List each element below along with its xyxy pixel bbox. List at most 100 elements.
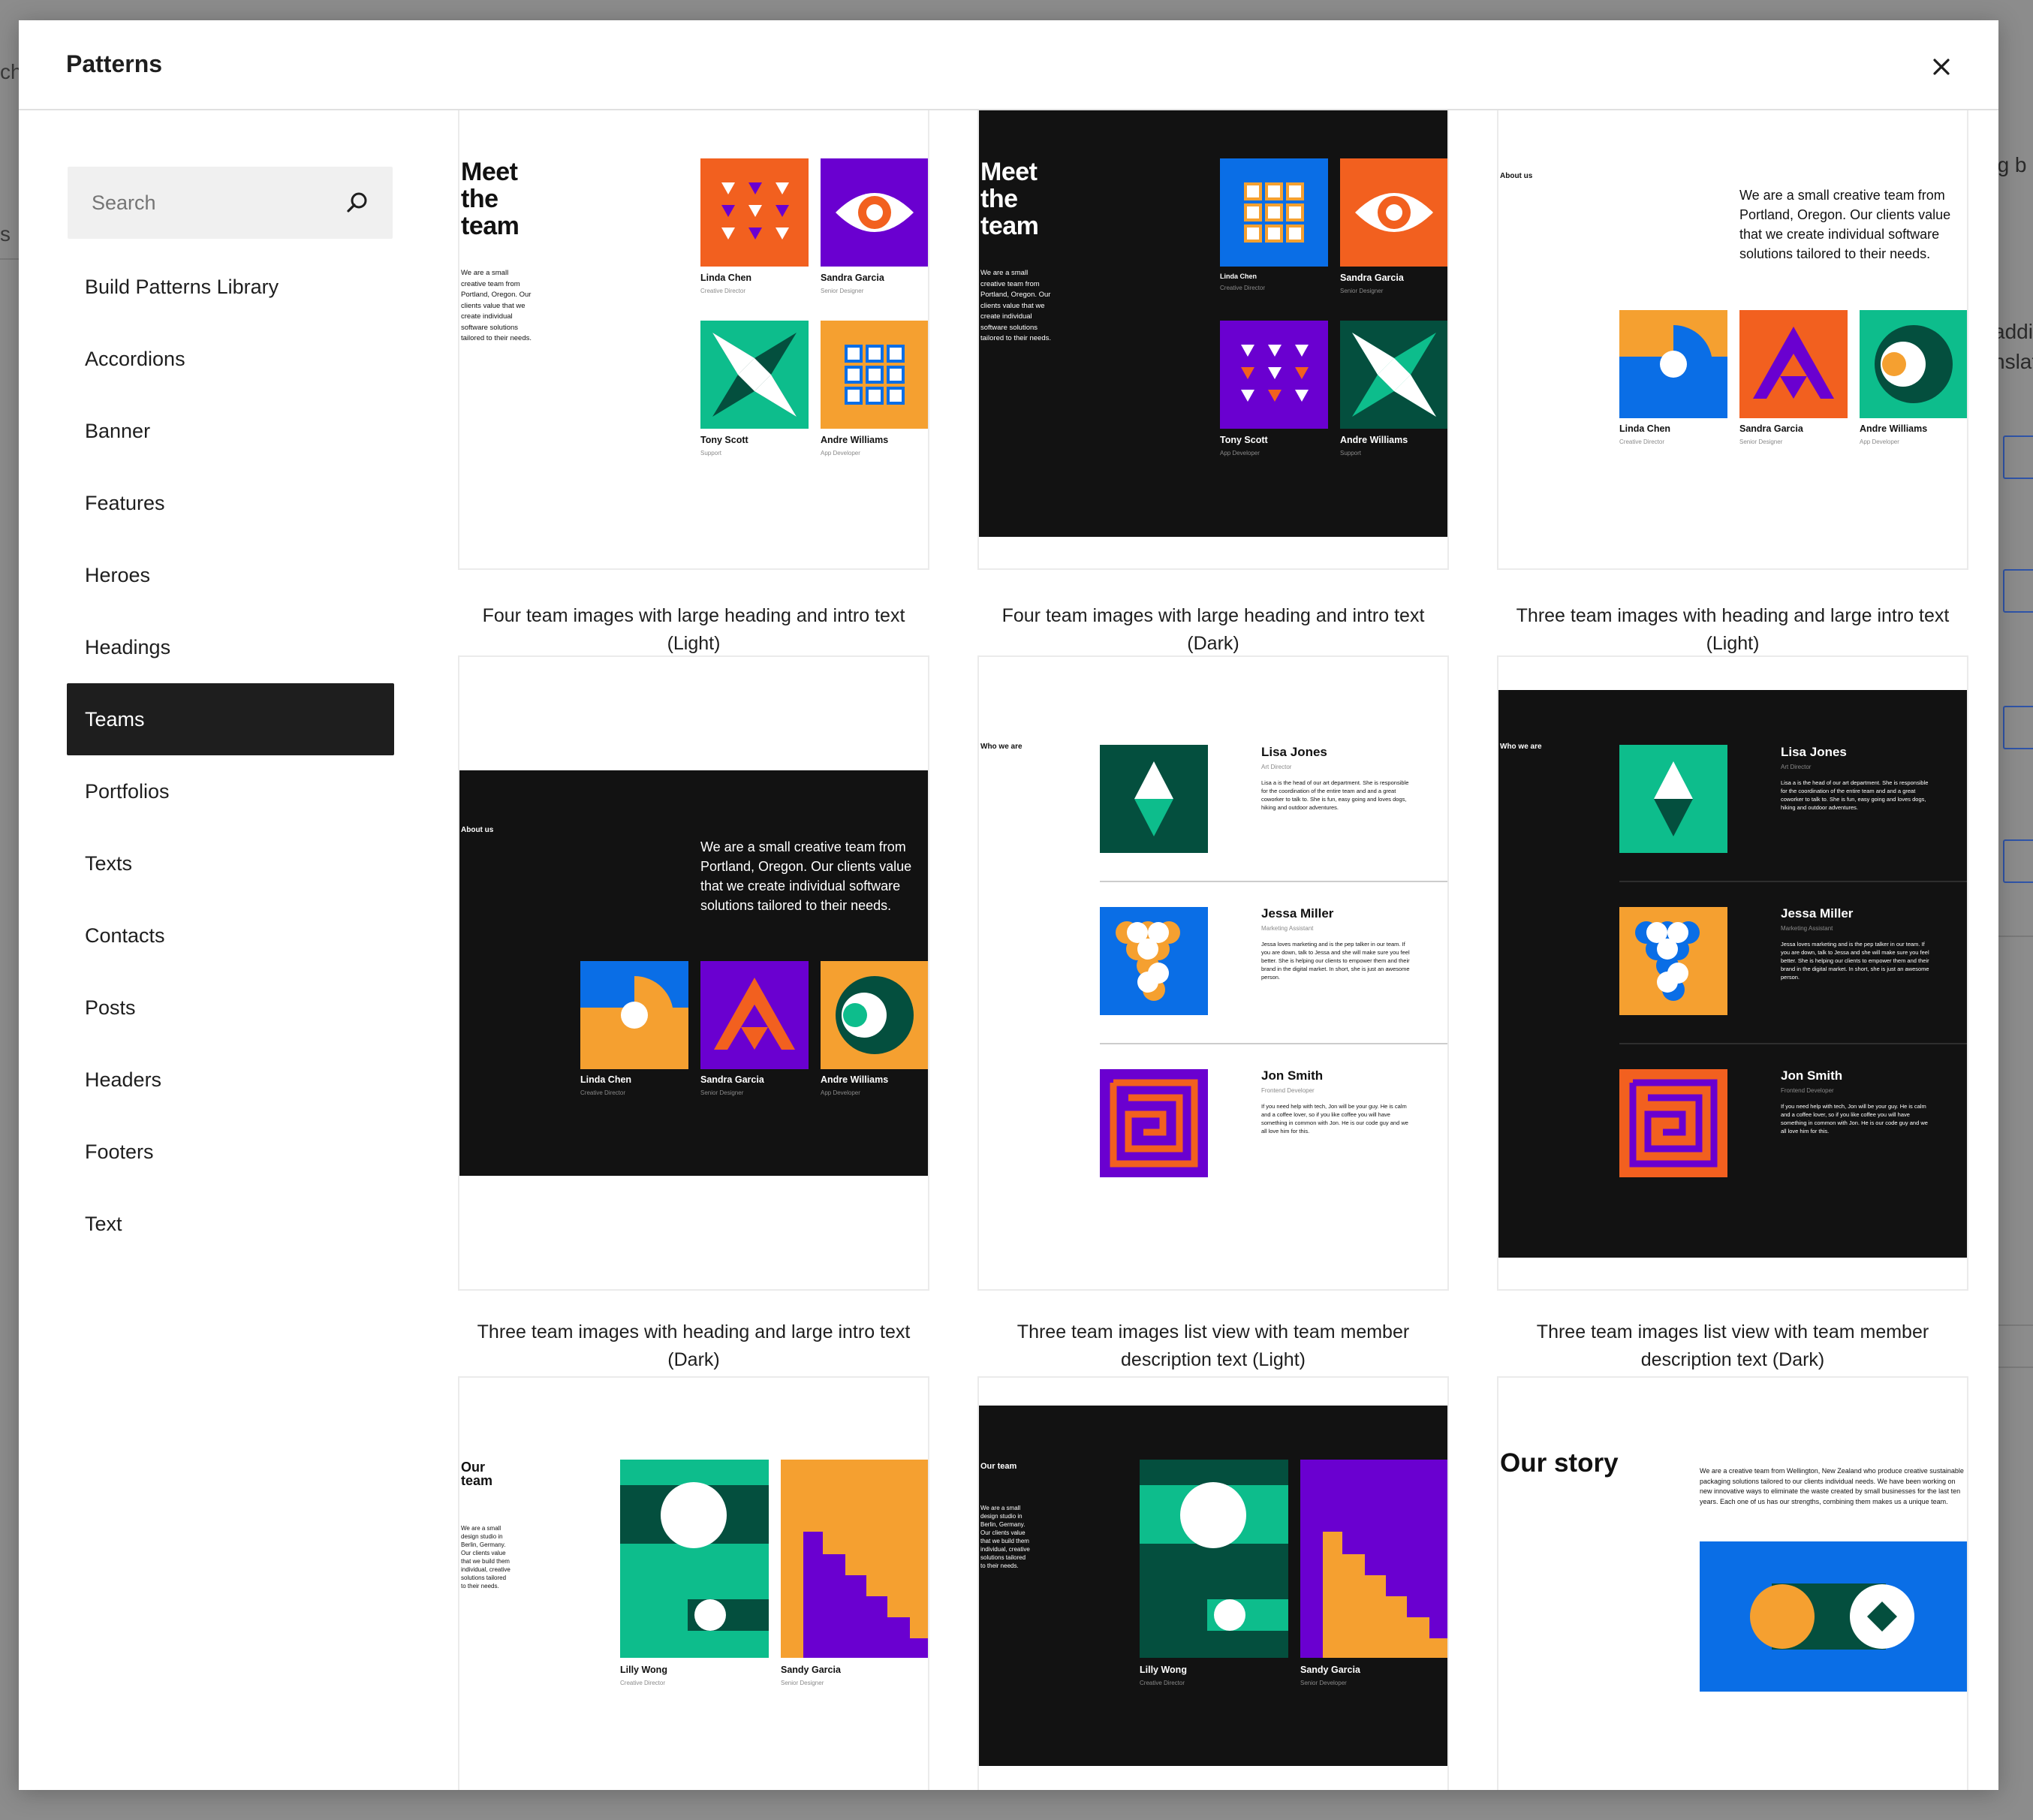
team-image-moon xyxy=(1860,310,1967,418)
member-name: Sandra Garcia xyxy=(1739,423,1803,434)
member-name: Andre Williams xyxy=(1860,423,1928,434)
team-image-circles xyxy=(1140,1460,1288,1658)
category-footers[interactable]: Footers xyxy=(67,1116,394,1188)
background-button xyxy=(2003,706,2033,749)
pattern-preview[interactable]: Who we are Lisa Jones Art Director Lisa … xyxy=(977,655,1449,1291)
category-build-patterns-library[interactable]: Build Patterns Library xyxy=(67,251,394,323)
member-role: Creative Director xyxy=(620,1680,666,1686)
team-image-stairs xyxy=(781,1460,928,1658)
category-accordions[interactable]: Accordions xyxy=(67,323,394,395)
pattern-title: Three team images list view with team me… xyxy=(1536,1321,1929,1370)
search-icon[interactable] xyxy=(345,190,370,215)
pattern-grid: Meet the team We are a small creative te… xyxy=(424,110,1998,1790)
member-name: Sandra Garcia xyxy=(821,273,884,283)
pattern-title: Four team images with large heading and … xyxy=(482,605,905,654)
category-contacts[interactable]: Contacts xyxy=(67,899,394,972)
background-divider xyxy=(1998,936,2033,937)
background-divider xyxy=(1998,1324,2033,1326)
pattern-preview[interactable]: Our team We are a small design studio in… xyxy=(458,1376,929,1790)
pattern-preview[interactable]: Meet the team We are a small creative te… xyxy=(458,110,929,570)
team-image-balls xyxy=(1619,907,1727,1015)
member-name: Tony Scott xyxy=(1220,435,1268,445)
member-name: Sandra Garcia xyxy=(1340,273,1404,283)
background-text-fragment: nslat xyxy=(1993,350,2033,373)
member-role: Creative Director xyxy=(580,1089,626,1096)
member-name: Andre Williams xyxy=(1340,435,1408,445)
member-bio: Lisa a is the head of our art department… xyxy=(1781,779,1929,811)
member-role: App Developer xyxy=(821,450,860,457)
member-role: Senior Developer xyxy=(1300,1680,1347,1686)
pattern-preview[interactable]: Our story We are a creative team from We… xyxy=(1497,1376,1968,1790)
team-image-eye xyxy=(821,158,928,267)
pattern-preview[interactable]: Meet the team We are a small creative te… xyxy=(977,110,1449,570)
team-image-diamond xyxy=(1100,745,1208,853)
pattern-preview[interactable]: About us We are a small creative team fr… xyxy=(458,655,929,1291)
member-name: Lisa Jones xyxy=(1781,745,1847,759)
member-role: Senior Designer xyxy=(781,1680,824,1686)
background-button xyxy=(2003,839,2033,883)
category-texts[interactable]: Texts xyxy=(67,827,394,899)
member-bio: If you need help with tech, Jon will be … xyxy=(1261,1103,1408,1134)
preview-intro: We are a creative team from Wellington, … xyxy=(1700,1467,1964,1505)
preview-heading: Meet the team xyxy=(980,158,1039,240)
member-name: Sandy Garcia xyxy=(1300,1665,1360,1675)
preview-intro: We are a small creative team from Portla… xyxy=(980,269,1052,342)
member-role: Senior Designer xyxy=(1340,288,1384,294)
category-features[interactable]: Features xyxy=(67,467,394,539)
team-image-pyramid xyxy=(1739,310,1848,418)
pattern-preview[interactable]: Our team We are a small design studio in… xyxy=(977,1376,1449,1790)
team-image-eye xyxy=(1340,158,1447,267)
team-image-maze xyxy=(1100,1069,1208,1177)
preview-intro: We are a small creative team from Portla… xyxy=(461,269,532,342)
member-bio: Lisa a is the head of our art department… xyxy=(1261,779,1409,811)
member-name: Tony Scott xyxy=(700,435,748,445)
member-name: Linda Chen xyxy=(580,1074,632,1085)
member-role: App Developer xyxy=(1220,450,1260,457)
category-posts[interactable]: Posts xyxy=(67,972,394,1044)
member-bio: Jessa loves marketing and is the pep tal… xyxy=(1781,941,1929,981)
member-name: Sandra Garcia xyxy=(700,1074,764,1085)
preview-heading: Meet the team xyxy=(461,158,520,240)
divider xyxy=(1619,1043,1967,1044)
member-role: Senior Designer xyxy=(1739,438,1783,445)
member-role: Creative Director xyxy=(1220,285,1266,291)
team-image-triangles xyxy=(700,158,809,267)
divider xyxy=(1619,881,1967,882)
member-name: Linda Chen xyxy=(1619,423,1671,434)
category-banner[interactable]: Banner xyxy=(67,395,394,467)
member-name: Jon Smith xyxy=(1261,1068,1324,1083)
category-teams[interactable]: Teams xyxy=(67,683,394,755)
category-text[interactable]: Text xyxy=(67,1188,394,1260)
category-heroes[interactable]: Heroes xyxy=(67,539,394,611)
category-headers[interactable]: Headers xyxy=(67,1044,394,1116)
patterns-modal: Patterns Build Patterns Library Accordio… xyxy=(19,20,1998,1790)
pattern-preview[interactable]: About us We are a small creative team fr… xyxy=(1497,110,1968,570)
team-image-maze xyxy=(1619,1069,1727,1177)
background-divider xyxy=(1998,1367,2033,1368)
member-role: App Developer xyxy=(821,1089,860,1096)
preview-heading: Our story xyxy=(1500,1448,1619,1478)
pattern-title: Four team images with large heading and … xyxy=(1001,605,1425,654)
team-image-pyramid xyxy=(700,961,809,1069)
team-image-star xyxy=(1340,321,1447,429)
preview-label: Who we are xyxy=(980,743,1023,751)
team-image-grid xyxy=(1220,158,1328,267)
pattern-preview[interactable]: Who we are Lisa Jones Art Director Lisa … xyxy=(1497,655,1968,1291)
member-role: Art Director xyxy=(1781,764,1812,770)
preview-intro: We are a small creative team from Portla… xyxy=(700,839,912,913)
close-button[interactable] xyxy=(1925,50,1958,83)
story-image xyxy=(1700,1541,1967,1692)
search-box xyxy=(68,167,393,239)
category-portfolios[interactable]: Portfolios xyxy=(67,755,394,827)
member-name: Lisa Jones xyxy=(1261,745,1327,759)
member-role: Frontend Developer xyxy=(1261,1087,1315,1094)
team-image-triangles xyxy=(1220,321,1328,429)
preview-label: About us xyxy=(461,826,494,834)
team-image-circles xyxy=(620,1460,769,1658)
team-image-circle-blue xyxy=(1619,310,1727,418)
background-text-fragment: addi xyxy=(1993,320,2033,343)
category-headings[interactable]: Headings xyxy=(67,611,394,683)
background-divider xyxy=(0,258,19,260)
member-name: Jon Smith xyxy=(1781,1068,1843,1083)
preview-intro: We are a small design studio in Berlin, … xyxy=(461,1525,511,1589)
